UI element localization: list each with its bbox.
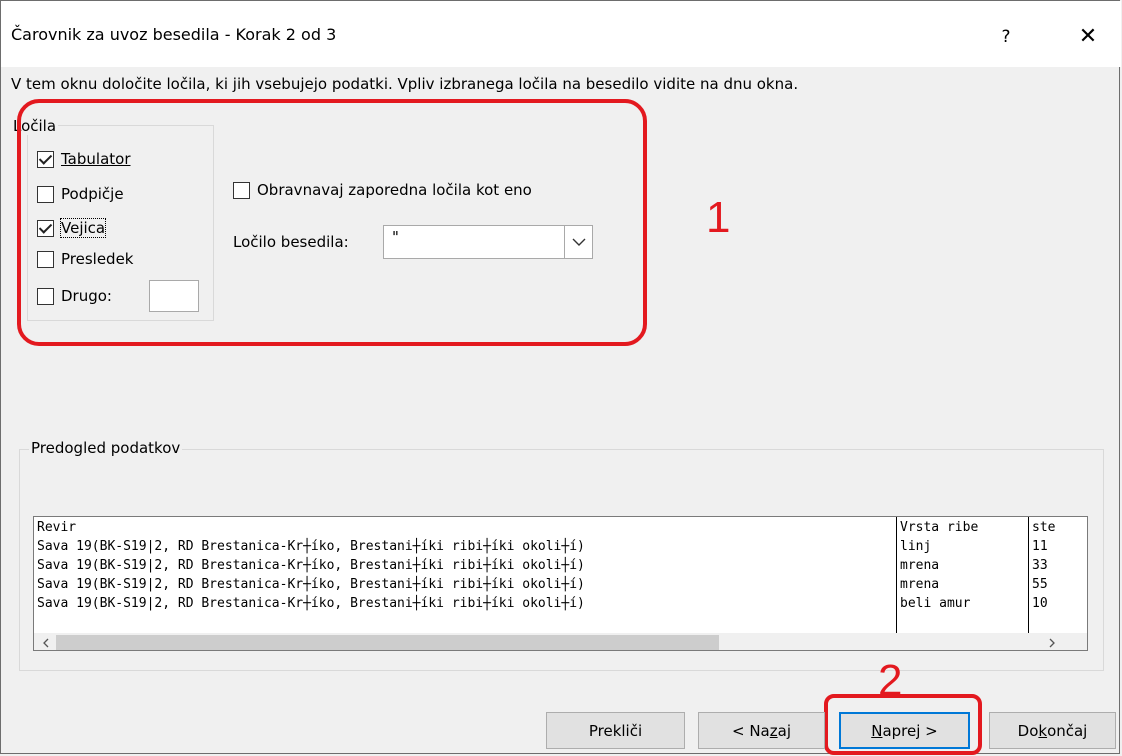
scroll-left-icon[interactable] — [42, 638, 49, 648]
column-separator — [896, 517, 897, 633]
table-row: Sava 19(BK-S19|2, RD Brestanica-Kr┼íko, … — [34, 576, 1087, 593]
window-title: Čarovnik za uvoz besedila - Korak 2 od 3 — [11, 25, 337, 44]
table-cell: Revir — [37, 520, 77, 535]
table-cell: Vrsta ribe — [900, 520, 979, 535]
help-button[interactable]: ? — [986, 19, 1026, 55]
import-wizard-dialog: Čarovnik za uvoz besedila - Korak 2 od 3… — [0, 0, 1121, 755]
finish-button[interactable]: Do k ončaj — [989, 712, 1116, 749]
back-button[interactable]: < Na z aj — [698, 712, 825, 749]
close-button[interactable]: ✕ — [1066, 19, 1110, 55]
preview-legend: Predogled podatkov — [29, 439, 183, 457]
annotation-number-1: 1 — [706, 193, 731, 242]
table-row: Sava 19(BK-S19|2, RD Brestanica-Kr┼íko, … — [34, 595, 1087, 612]
horizontal-scrollbar[interactable] — [34, 633, 1087, 650]
table-cell: Sava 19(BK-S19|2, RD Brestanica-Kr┼íko, … — [37, 539, 585, 554]
column-separator — [1028, 517, 1029, 633]
table-cell: 33 — [1032, 558, 1048, 573]
next-button[interactable]: Naprej > — [839, 712, 970, 749]
horizontal-scrollbar-thumb[interactable] — [56, 635, 719, 650]
table-row: Sava 19(BK-S19|2, RD Brestanica-Kr┼íko, … — [34, 557, 1087, 574]
table-row: Revir Vrsta ribe ste — [34, 519, 1087, 536]
cancel-button[interactable]: Prekliči — [546, 712, 685, 749]
table-cell: 11 — [1032, 539, 1048, 554]
scroll-right-icon[interactable] — [1049, 638, 1056, 648]
table-cell: mrena — [900, 577, 940, 592]
data-preview[interactable]: Sava 19(BK-S19|2, RD Brestanica-Kr┼íko, … — [33, 516, 1088, 651]
table-cell: 55 — [1032, 577, 1048, 592]
title-bar: Čarovnik za uvoz besedila - Korak 2 od 3… — [1, 1, 1121, 67]
table-cell: ste — [1032, 520, 1056, 535]
table-cell: Sava 19(BK-S19|2, RD Brestanica-Kr┼íko, … — [37, 577, 585, 592]
table-cell: 10 — [1032, 596, 1048, 611]
highlight-outline-delimiters — [17, 99, 647, 346]
instructions-text: V tem oknu določite ločila, ki jih vsebu… — [11, 75, 799, 93]
table-cell: mrena — [900, 558, 940, 573]
table-cell: beli amur — [900, 596, 971, 611]
table-cell: Sava 19(BK-S19|2, RD Brestanica-Kr┼íko, … — [37, 596, 585, 611]
table-cell: Sava 19(BK-S19|2, RD Brestanica-Kr┼íko, … — [37, 558, 585, 573]
table-cell: linj — [900, 539, 932, 554]
table-row: Sava 19(BK-S19|2, RD Brestanica-Kr┼íko, … — [34, 538, 1087, 555]
